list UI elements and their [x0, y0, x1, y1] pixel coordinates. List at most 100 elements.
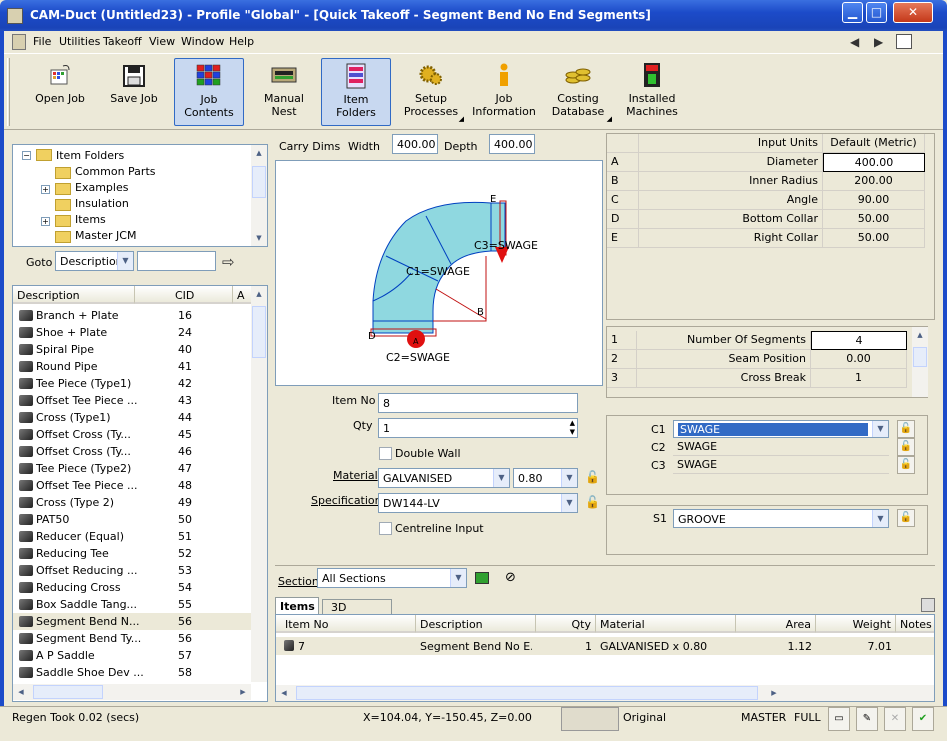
- menu-window[interactable]: Window: [181, 35, 224, 48]
- panel-options-icon[interactable]: [921, 598, 935, 612]
- tree-item-common-parts[interactable]: Common Parts: [75, 165, 156, 178]
- list-item[interactable]: Tee Piece (Type2) 47: [13, 460, 251, 477]
- list-item[interactable]: Spiral Pipe 40: [13, 341, 251, 358]
- col-item-no[interactable]: Item No: [276, 615, 416, 633]
- tree-item-examples[interactable]: Examples: [75, 181, 128, 194]
- list-item[interactable]: Offset Reducing ... 53: [13, 562, 251, 579]
- scroll-thumb[interactable]: [252, 306, 266, 358]
- job-table-row[interactable]: 7 Segment Bend No E... 1 GALVANISED x 0.80 1…: [276, 637, 934, 655]
- list-item[interactable]: Offset Tee Piece ... 43: [13, 392, 251, 409]
- item-folders-button[interactable]: Item Folders: [321, 58, 391, 126]
- tree-item-items[interactable]: Items: [75, 213, 106, 226]
- close-button[interactable]: ✕: [893, 2, 933, 23]
- tree-root[interactable]: Item Folders: [56, 149, 124, 162]
- scroll-thumb[interactable]: [252, 166, 266, 198]
- spin-icon[interactable]: ▲ ▼: [570, 419, 575, 437]
- specification-select[interactable]: DW144-LV ▼: [378, 493, 578, 513]
- list-item[interactable]: Segment Bend Ty... 56: [13, 630, 251, 647]
- chevron-down-icon[interactable]: ▼: [872, 421, 888, 437]
- seam-select[interactable]: GROOVE ▼: [673, 509, 889, 528]
- list-item[interactable]: Offset Cross (Ty... 45: [13, 426, 251, 443]
- tree-scrollbar[interactable]: ▲ ▼: [251, 145, 267, 246]
- dropdown-arrow-icon[interactable]: ◢: [459, 113, 464, 126]
- open-job-button[interactable]: Open Job: [25, 58, 95, 126]
- tab-3d-viewer[interactable]: 3D Viewer: [322, 599, 392, 627]
- dropdown-arrow-icon[interactable]: ◢: [607, 113, 612, 126]
- scroll-thumb[interactable]: [33, 685, 103, 699]
- ok-check-icon[interactable]: ✔: [912, 707, 934, 731]
- gauge-select[interactable]: 0.80 ▼: [513, 468, 578, 488]
- col-notes[interactable]: Notes: [896, 615, 934, 633]
- add-section-icon[interactable]: [475, 572, 489, 584]
- manual-nest-button[interactable]: Manual Nest: [249, 58, 319, 126]
- centreline-checkbox[interactable]: [379, 522, 392, 535]
- width-input[interactable]: 400.00: [392, 134, 438, 154]
- child-window-icon[interactable]: [12, 34, 26, 50]
- connector-select[interactable]: SWAGE: [673, 438, 889, 456]
- list-item[interactable]: Reducer (Equal) 51: [13, 528, 251, 545]
- toolbar-grip[interactable]: [7, 58, 10, 126]
- item-no-input[interactable]: 8: [378, 393, 578, 413]
- list-item[interactable]: Saddle Shoe Dev ... 58: [13, 664, 251, 681]
- job-hscrollbar[interactable]: ◀ ▶: [276, 685, 934, 701]
- menu-utilities[interactable]: Utilities: [59, 35, 100, 48]
- col-a[interactable]: A: [233, 286, 253, 304]
- option-value-input[interactable]: 4: [811, 331, 907, 350]
- minimize-button[interactable]: ▁: [842, 2, 863, 23]
- costing-database-button[interactable]: Costing Database ◢: [542, 58, 614, 126]
- setup-processes-button[interactable]: Setup Processes ◢: [396, 58, 466, 126]
- chevron-down-icon[interactable]: ▼: [493, 469, 509, 487]
- scroll-left-icon[interactable]: ◀: [276, 685, 292, 701]
- double-wall-checkbox[interactable]: [379, 447, 392, 460]
- dim-value-input[interactable]: 400.00: [823, 153, 925, 172]
- option-value-input[interactable]: 1: [811, 369, 907, 388]
- section-link[interactable]: Section: [278, 575, 319, 588]
- tree-item-master-jcm[interactable]: Master JCM: [75, 229, 136, 242]
- list-item[interactable]: Cross (Type1) 44: [13, 409, 251, 426]
- dim-value-input[interactable]: 90.00: [823, 191, 925, 210]
- unlock-icon[interactable]: 🔓: [585, 495, 600, 509]
- scroll-down-icon[interactable]: ▼: [251, 230, 267, 246]
- specification-link[interactable]: Specification: [311, 494, 382, 507]
- tree-expand-icon[interactable]: +: [41, 217, 50, 226]
- options-scrollbar[interactable]: ▲: [912, 327, 928, 397]
- dim-value-input[interactable]: 50.00: [823, 229, 925, 248]
- col-description[interactable]: Description: [13, 286, 135, 304]
- connector-select[interactable]: SWAGE ▼: [673, 420, 889, 438]
- list-item[interactable]: Reducing Cross 54: [13, 579, 251, 596]
- chevron-down-icon[interactable]: ▼: [561, 494, 577, 512]
- job-information-button[interactable]: Job Information: [469, 58, 539, 126]
- list-item[interactable]: Shoe + Plate 24: [13, 324, 251, 341]
- drawing-canvas[interactable]: E C3=SWAGE C1=SWAGE B D A C2=SWAGE: [275, 160, 603, 386]
- pen-icon[interactable]: ✎: [856, 707, 878, 731]
- goto-arrow-icon[interactable]: ⇨: [222, 253, 235, 271]
- unlock-icon[interactable]: 🔓: [897, 456, 915, 474]
- scroll-right-icon[interactable]: ▶: [766, 685, 782, 701]
- list-item[interactable]: Cross (Type 2) 49: [13, 494, 251, 511]
- maximize-button[interactable]: □: [866, 2, 887, 23]
- section-tool-icon[interactable]: ⊘: [505, 570, 516, 585]
- tree-item-insulation[interactable]: Insulation: [75, 197, 129, 210]
- material-select[interactable]: GALVANISED ▼: [378, 468, 510, 488]
- list-item[interactable]: Reducing Tee 52: [13, 545, 251, 562]
- option-value-input[interactable]: 0.00: [811, 350, 907, 369]
- unlock-icon[interactable]: 🔓: [897, 420, 915, 438]
- col-area[interactable]: Area: [736, 615, 816, 633]
- chevron-down-icon[interactable]: ▼: [561, 469, 577, 487]
- menu-help[interactable]: Help: [229, 35, 254, 48]
- list-item[interactable]: Round Pipe 41: [13, 358, 251, 375]
- section-select[interactable]: All Sections ▼: [317, 568, 467, 588]
- dim-value-input[interactable]: 200.00: [823, 172, 925, 191]
- save-job-button[interactable]: Save Job: [99, 58, 169, 126]
- list-hscrollbar[interactable]: ◀ ▶: [13, 684, 251, 700]
- goto-input[interactable]: [137, 251, 216, 271]
- list-item[interactable]: Tee Piece (Type1) 42: [13, 375, 251, 392]
- list-item[interactable]: Offset Tee Piece ... 48: [13, 477, 251, 494]
- col-qty[interactable]: Qty: [536, 615, 596, 633]
- unlock-icon[interactable]: 🔓: [585, 470, 600, 484]
- scroll-right-icon[interactable]: ▶: [235, 684, 251, 700]
- chevron-down-icon[interactable]: ▼: [872, 510, 888, 527]
- scroll-up-icon[interactable]: ▲: [251, 145, 267, 161]
- installed-machines-button[interactable]: Installed Machines: [616, 58, 688, 126]
- scroll-thumb[interactable]: [296, 686, 758, 700]
